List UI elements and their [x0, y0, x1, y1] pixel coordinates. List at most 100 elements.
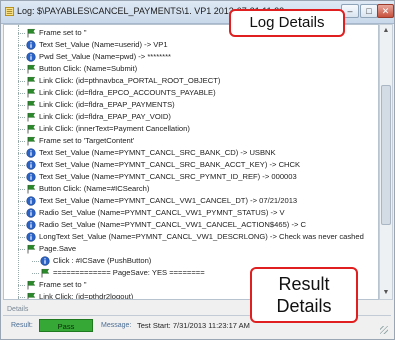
vertical-scrollbar[interactable]: ▲ ▼ [379, 24, 393, 300]
log-details-callout: Log Details [229, 9, 345, 37]
tree-connector [18, 33, 25, 34]
scroll-down-arrow-icon[interactable]: ▼ [380, 287, 392, 299]
log-row[interactable]: Text Set_Value (Name=PYMNT_CANCL_VW1_CAN… [4, 195, 358, 207]
tree-connector [18, 225, 25, 226]
page-save-child-click[interactable]: Click : #ICSave (PushButton) [4, 255, 344, 267]
log-window-icon [5, 7, 14, 16]
log-row[interactable]: Frame set to 'TargetContent' [4, 135, 358, 147]
result-label: Result: [11, 322, 33, 329]
result-details-callout: Result Details [250, 267, 358, 323]
flag-icon [27, 293, 36, 299]
tree-connector [18, 249, 25, 250]
flag-icon [27, 101, 36, 110]
log-row[interactable]: Text Set_Value (Name=userid) -> VP1 [4, 39, 358, 51]
tree-connector [18, 237, 25, 238]
log-row-text: Link Click: (id=pthnavbca_PORTAL_ROOT_OB… [39, 76, 221, 85]
maximize-button[interactable]: □ [360, 4, 378, 18]
tree-connector [32, 261, 39, 262]
log-row[interactable]: Text Set_Value (Name=PYMNT_CANCL_SRC_BAN… [4, 147, 358, 159]
tree-connector [18, 165, 25, 166]
tree-connector [18, 213, 25, 214]
log-row[interactable]: Button Click: (Name=Submit) [4, 63, 358, 75]
result-details-callout-line2: Details [276, 296, 332, 316]
log-row-text: Frame set to '' [39, 280, 87, 289]
log-tree[interactable]: Frame set to '' Text Set_Value (Name=user… [3, 24, 379, 300]
log-row[interactable]: Radio Set_Value (Name=PYMNT_CANCL_VW1_CA… [4, 219, 358, 231]
flag-icon [27, 77, 36, 86]
flag-icon [27, 89, 36, 98]
log-row-text: Page.Save [39, 244, 77, 253]
close-button[interactable]: ✕ [377, 4, 394, 18]
flag-icon [27, 29, 36, 38]
log-row-text: Link Click: (id=fldra_EPAP_PAYMENTS) [39, 100, 175, 109]
log-row-text: Text Set_Value (Name=PYMNT_CANCL_SRC_PYM… [39, 172, 297, 181]
flag-icon [27, 65, 36, 74]
info-icon [26, 208, 36, 218]
tree-connector [18, 153, 25, 154]
log-row[interactable]: Link Click: (id=fldra_EPAP_PAY_VOID) [4, 111, 358, 123]
log-row[interactable]: Link Click: (id=pthnavbca_PORTAL_ROOT_OB… [4, 75, 358, 87]
log-row-text: Frame set to '' [39, 28, 87, 37]
tree-connector [18, 201, 25, 202]
info-icon [26, 160, 36, 170]
tree-connector [18, 285, 25, 286]
tree-connector [18, 141, 25, 142]
log-row-text: Click : #ICSave (PushButton) [53, 256, 152, 265]
log-row-text: Button Click: (Name=#ICSearch) [39, 184, 150, 193]
tree-connector [32, 273, 39, 274]
info-icon [26, 196, 36, 206]
log-row-text: Radio Set_Value (Name=PYMNT_CANCL_VW1_CA… [39, 220, 307, 229]
tree-connector [18, 93, 25, 94]
log-row-text: Pwd Set_Value (Name=pwd) -> ******** [39, 52, 171, 61]
flag-icon [27, 113, 36, 122]
tree-connector [18, 69, 25, 70]
tree-connector [18, 57, 25, 58]
log-row[interactable]: Link Click: (id=fldra_EPAP_PAYMENTS) [4, 99, 358, 111]
info-icon [26, 232, 36, 242]
scroll-up-arrow-icon[interactable]: ▲ [380, 25, 392, 37]
log-row-text: LongText Set_Value (Name=PYMNT_CANCL_VW1… [39, 232, 364, 241]
log-row[interactable]: Button Click: (Name=#ICSearch) [4, 183, 358, 195]
tree-connector [18, 45, 25, 46]
info-icon [26, 148, 36, 158]
page-save-node[interactable]: Page.Save [4, 243, 358, 255]
flag-icon [27, 137, 36, 146]
tree-connector [18, 297, 25, 298]
log-row[interactable]: LongText Set_Value (Name=PYMNT_CANCL_VW1… [4, 231, 364, 243]
flag-icon [27, 185, 36, 194]
tree-connector [18, 105, 25, 106]
flag-icon [27, 281, 36, 290]
info-icon [40, 256, 50, 266]
log-row-text: Button Click: (Name=Submit) [39, 64, 138, 73]
info-icon [26, 172, 36, 182]
log-row-text: ============= PageSave: YES ======== [53, 268, 205, 277]
log-row-text: Text Set_Value (Name=PYMNT_CANCL_SRC_BAN… [39, 148, 276, 157]
log-row-text: Frame set to 'TargetContent' [39, 136, 135, 145]
log-row-text: Text Set_Value (Name=PYMNT_CANCL_SRC_BAN… [39, 160, 301, 169]
log-row[interactable]: Link Click: (id=fldra_EPCO_ACCOUNTS_PAYA… [4, 87, 358, 99]
log-row[interactable]: Text Set_Value (Name=PYMNT_CANCL_SRC_BAN… [4, 159, 358, 171]
resize-grip-icon[interactable] [380, 326, 388, 334]
log-row[interactable]: Pwd Set_Value (Name=pwd) -> ******** [4, 51, 358, 63]
tree-connector [18, 81, 25, 82]
log-row-text: Link Click: (id=pthdr2logout) [39, 292, 134, 300]
log-row-text: Text Set_Value (Name=PYMNT_CANCL_VW1_CAN… [39, 196, 298, 205]
tree-connector [18, 189, 25, 190]
details-section-label: Details [7, 306, 29, 313]
log-row[interactable]: Radio Set_Value (Name=PYMNT_CANCL_VW1_PY… [4, 207, 358, 219]
message-text: Test Start: 7/31/2013 11:23:17 AM [137, 321, 250, 330]
log-row-text: Link Click: (innerText=Payment Cancellat… [39, 124, 190, 133]
scrollbar-thumb[interactable] [381, 85, 391, 225]
flag-icon [27, 245, 36, 254]
info-icon [26, 40, 36, 50]
result-status-badge: Pass [39, 319, 93, 332]
message-label: Message: [101, 322, 132, 329]
result-details-callout-line1: Result [278, 274, 330, 294]
flag-icon [27, 125, 36, 134]
log-row[interactable]: Link Click: (innerText=Payment Cancellat… [4, 123, 358, 135]
log-row-text: Link Click: (id=fldra_EPCO_ACCOUNTS_PAYA… [39, 88, 216, 97]
log-row[interactable]: Text Set_Value (Name=PYMNT_CANCL_SRC_PYM… [4, 171, 358, 183]
flag-icon [41, 269, 50, 278]
info-icon [26, 52, 36, 62]
info-icon [26, 220, 36, 230]
